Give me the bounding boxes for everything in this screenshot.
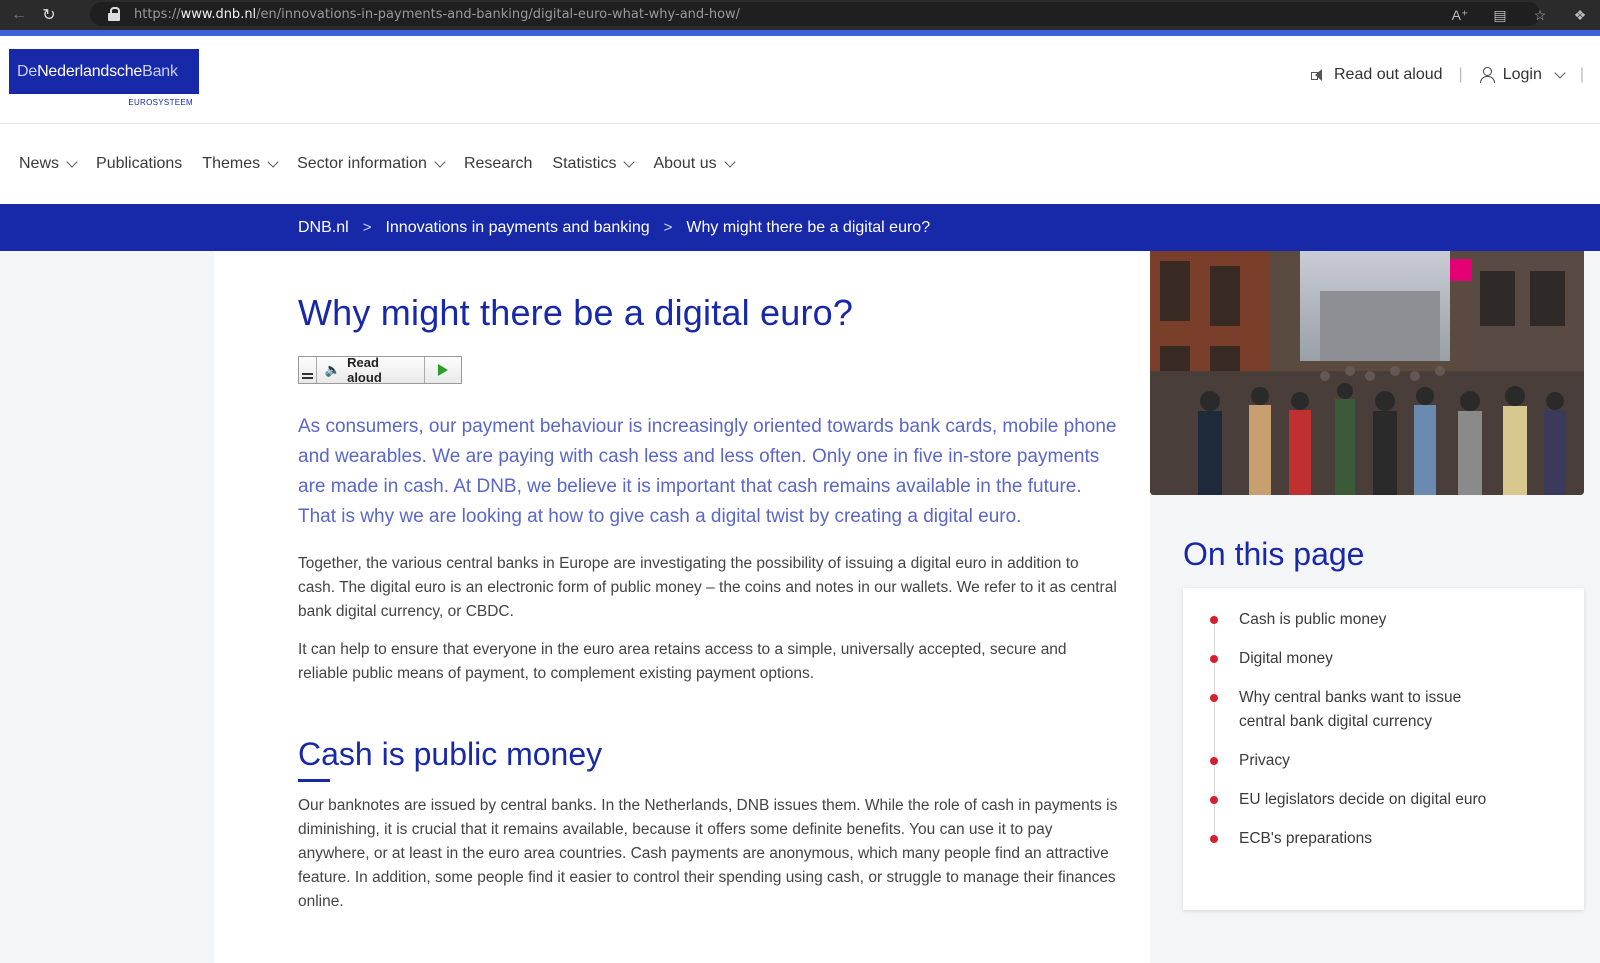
breadcrumb-separator-icon: > xyxy=(663,219,673,236)
read-aloud-widget: 🔈 Read aloud xyxy=(298,355,462,385)
user-icon xyxy=(1479,67,1495,83)
nav-sector-information[interactable]: Sector information xyxy=(297,155,446,173)
on-this-page-title: On this page xyxy=(1183,536,1365,572)
body-paragraph: Together, the various central banks in E… xyxy=(298,555,1117,621)
chevron-down-icon xyxy=(434,155,446,168)
street-crowd-photo xyxy=(1150,251,1584,495)
section-body-cash: Our banknotes are issued by central bank… xyxy=(298,797,1118,911)
chevron-down-icon xyxy=(623,155,636,168)
toc-item-eu-legislators[interactable]: EU legislators decide on digital euro xyxy=(1210,788,1499,812)
nav-themes[interactable]: Themes xyxy=(202,155,279,173)
read-aloud-button[interactable]: 🔈 Read aloud xyxy=(317,355,426,385)
reload-icon[interactable]: ↻ xyxy=(34,0,64,30)
browser-toolbar: ← ↻ https://www.dnb.nl/en/innovations-in… xyxy=(0,0,1600,30)
menu-icon[interactable] xyxy=(299,357,317,384)
back-arrow-icon[interactable]: ← xyxy=(4,0,34,30)
breadcrumb: DNB.nl > Innovations in payments and ban… xyxy=(0,204,1600,251)
logo-subtitle: EUROSYSTEEM xyxy=(128,98,193,107)
chevron-down-icon xyxy=(1554,66,1566,79)
article-content: Why might there be a digital euro? 🔈 Read… xyxy=(214,251,1150,963)
toc-item-ecb-preparations[interactable]: ECB's preparations xyxy=(1210,827,1499,851)
toc-item-digital-money[interactable]: Digital money xyxy=(1210,647,1499,671)
intro-paragraph: As consumers, our payment behaviour is i… xyxy=(298,416,1117,528)
breadcrumb-innovations[interactable]: Innovations in payments and banking xyxy=(385,219,649,237)
section-title-cash: Cash is public money xyxy=(298,736,603,773)
chevron-down-icon xyxy=(723,155,736,168)
read-out-aloud-button[interactable]: Read out aloud xyxy=(1310,66,1443,84)
play-icon[interactable] xyxy=(425,357,461,383)
breadcrumb-home[interactable]: DNB.nl xyxy=(298,219,349,237)
nav-publications[interactable]: Publications xyxy=(96,155,182,173)
favorite-star-icon[interactable]: ☆ xyxy=(1520,7,1560,24)
read-aloud-browser-icon[interactable]: A⁺ xyxy=(1440,7,1480,24)
toc-item-privacy[interactable]: Privacy xyxy=(1210,749,1499,773)
speaker-icon xyxy=(1310,68,1326,82)
chevron-down-icon xyxy=(267,155,279,168)
login-button[interactable]: Login xyxy=(1479,66,1566,84)
nav-about-us[interactable]: About us xyxy=(653,155,736,173)
nav-news[interactable]: News xyxy=(19,155,78,173)
speaker-icon: 🔈 xyxy=(324,362,342,378)
nav-research[interactable]: Research xyxy=(464,155,532,173)
site-header: De Nederlandsche Bank EUROSYSTEEM Read out… xyxy=(0,36,1600,124)
lock-icon xyxy=(108,7,120,21)
reader-view-icon[interactable]: ▤ xyxy=(1480,7,1520,24)
toc-item-cash-public-money[interactable]: Cash is public money xyxy=(1210,608,1499,632)
page-title: Why might there be a digital euro? xyxy=(298,292,854,333)
breadcrumb-current: Why might there be a digital euro? xyxy=(686,218,931,236)
address-bar[interactable]: https://www.dnb.nl/en/innovations-in-pay… xyxy=(90,2,1540,26)
url-text: https://www.dnb.nl/en/innovations-in-pay… xyxy=(134,6,741,22)
nav-statistics[interactable]: Statistics xyxy=(552,155,636,173)
extensions-icon[interactable]: ❖ xyxy=(1560,7,1600,24)
breadcrumb-separator-icon: > xyxy=(362,219,372,236)
chevron-down-icon xyxy=(66,155,78,168)
main-navigation: News Publications Themes Sector informat… xyxy=(0,124,1600,204)
toc-item-why-cbdc[interactable]: Why central banks want to issue central … xyxy=(1210,686,1499,734)
section-underline xyxy=(298,779,330,783)
on-this-page-list: Cash is public money Digital money Why c… xyxy=(1183,588,1584,910)
body-paragraph: It can help to ensure that everyone in t… xyxy=(298,641,1067,683)
dnb-logo[interactable]: De Nederlandsche Bank EUROSYSTEEM xyxy=(9,49,199,108)
